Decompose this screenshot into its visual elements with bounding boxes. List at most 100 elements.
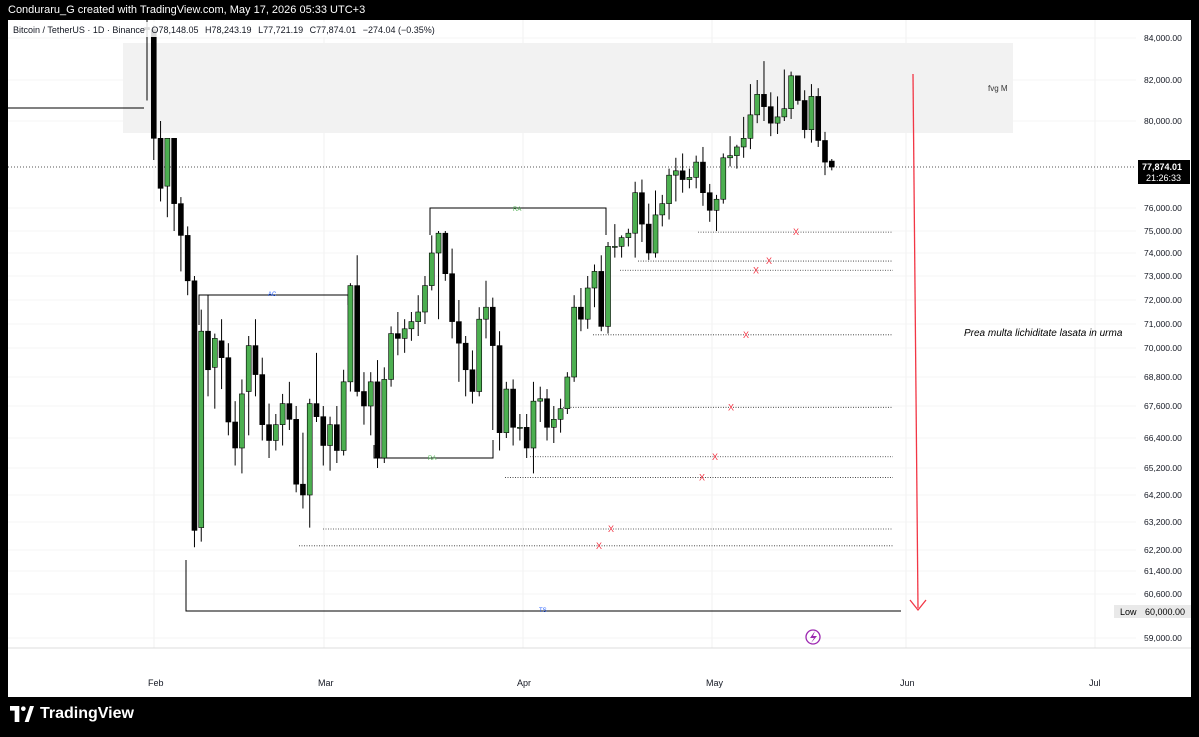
time-axis[interactable]: Feb Mar Apr May Jun Jul: [148, 678, 1101, 688]
candle-body: [245, 345, 252, 392]
candle-body: [354, 285, 360, 392]
liquidity-x-marker: X: [728, 402, 734, 412]
candle-body: [381, 379, 388, 459]
candle-body: [578, 306, 584, 320]
price-tick-label: 80,000.00: [1144, 116, 1182, 126]
candle-body: [157, 138, 164, 189]
candle-body: [767, 106, 774, 124]
low-label: Low: [1120, 607, 1137, 617]
candle-body: [327, 424, 333, 446]
candle-body: [679, 170, 686, 180]
candle-body: [469, 369, 476, 392]
time-tick-label: Feb: [148, 678, 164, 688]
candle-body: [720, 157, 727, 200]
candle-body: [252, 345, 259, 375]
liquidity-x-marker: X: [596, 541, 602, 551]
ts-label: TS: [539, 608, 547, 614]
candle-body: [666, 174, 672, 204]
candle-body: [808, 96, 815, 130]
symbol-name: Bitcoin / TetherUS · 1D · Binance: [13, 25, 145, 35]
candle-body: [740, 138, 747, 148]
candle-body: [659, 203, 666, 216]
chart-svg[interactable]: fvg M XXXXXXXXX AC RA RA TS Prea multa l…: [8, 17, 1191, 697]
candle-body: [598, 271, 605, 327]
ac-label: AC: [268, 292, 277, 298]
candle-body: [198, 330, 205, 528]
liquidity-x-marker: X: [699, 472, 705, 482]
candle-body: [517, 427, 523, 429]
price-tick-label: 84,000.00: [1144, 33, 1182, 43]
candle-body: [605, 246, 611, 327]
tradingview-brand[interactable]: TradingView: [10, 705, 134, 723]
candle-body: [401, 328, 408, 339]
price-tick-label: 82,000.00: [1144, 75, 1182, 85]
candle-body: [334, 424, 340, 451]
candle-body: [415, 311, 422, 322]
price-tick-label: 63,200.00: [1144, 517, 1182, 527]
candle-body: [456, 321, 462, 344]
lightning-icon[interactable]: [805, 629, 821, 645]
candle-body: [713, 198, 720, 211]
price-tick-label: 59,000.00: [1144, 633, 1182, 643]
price-tick-label: 72,000.00: [1144, 295, 1182, 305]
candle-body: [489, 306, 496, 346]
candle-body: [645, 223, 652, 254]
time-tick-label: Jul: [1089, 678, 1101, 688]
liquidity-x-marker: X: [793, 227, 799, 237]
current-price-tag: 77,874.01 21:26:33: [1138, 160, 1190, 184]
open-label: O: [151, 25, 158, 35]
price-tick-label: 66,400.00: [1144, 433, 1182, 443]
candle-body: [422, 285, 428, 313]
price-tick-label: 75,000.00: [1144, 226, 1182, 236]
price-tick-label: 74,000.00: [1144, 248, 1182, 258]
candle-body: [537, 398, 544, 402]
candle-body: [218, 340, 225, 358]
candle-body: [686, 177, 693, 180]
candle-body: [279, 403, 286, 425]
candle-body: [530, 400, 537, 449]
liquidity-x-marker: X: [766, 256, 772, 266]
candle-body: [781, 108, 788, 118]
candle-body: [205, 330, 211, 371]
structure-lines: AC RA RA TS: [8, 107, 901, 614]
candle-body: [510, 388, 516, 428]
candle-body: [347, 285, 354, 383]
candle-body: [449, 273, 455, 322]
fvg-zone: [123, 43, 1013, 133]
candle-body: [150, 29, 157, 139]
candle-body: [612, 246, 618, 248]
candle-body: [774, 116, 781, 124]
time-tick-label: May: [706, 678, 724, 688]
high-value: 78,243.19: [212, 25, 252, 35]
chart-area[interactable]: fvg M XXXXXXXXX AC RA RA TS Prea multa l…: [8, 17, 1191, 697]
candle-body: [442, 232, 449, 274]
tradingview-logo-icon: [10, 706, 34, 722]
candle-body: [544, 398, 550, 428]
candle-body: [232, 421, 238, 449]
legend: Bitcoin / TetherUS · 1D · Binance O78,14…: [8, 22, 435, 37]
candle-body: [815, 96, 822, 141]
open-value: 78,148.05: [158, 25, 198, 35]
candle-body: [571, 306, 577, 378]
price-tick-label: 68,800.00: [1144, 372, 1182, 382]
candle-body: [476, 318, 483, 392]
brand-name: TradingView: [40, 705, 134, 722]
candle-body: [320, 416, 327, 446]
candle-body: [374, 381, 381, 459]
candle-body: [496, 345, 503, 433]
low-value: 60,000.00: [1145, 607, 1185, 617]
candle-body: [435, 232, 442, 254]
candle-body: [212, 338, 218, 368]
candle-body: [639, 192, 645, 225]
candle-body: [754, 94, 761, 116]
price-tick-label: 67,600.00: [1144, 401, 1182, 411]
candle-body: [557, 408, 564, 420]
candle-body: [164, 138, 171, 187]
price-tick-label: 70,000.00: [1144, 343, 1182, 353]
candle-body: [795, 75, 801, 101]
candle-body: [822, 140, 828, 163]
candle-body: [483, 306, 489, 320]
candle-body: [706, 192, 713, 211]
candle-body: [652, 214, 659, 254]
candle-body: [286, 403, 293, 420]
